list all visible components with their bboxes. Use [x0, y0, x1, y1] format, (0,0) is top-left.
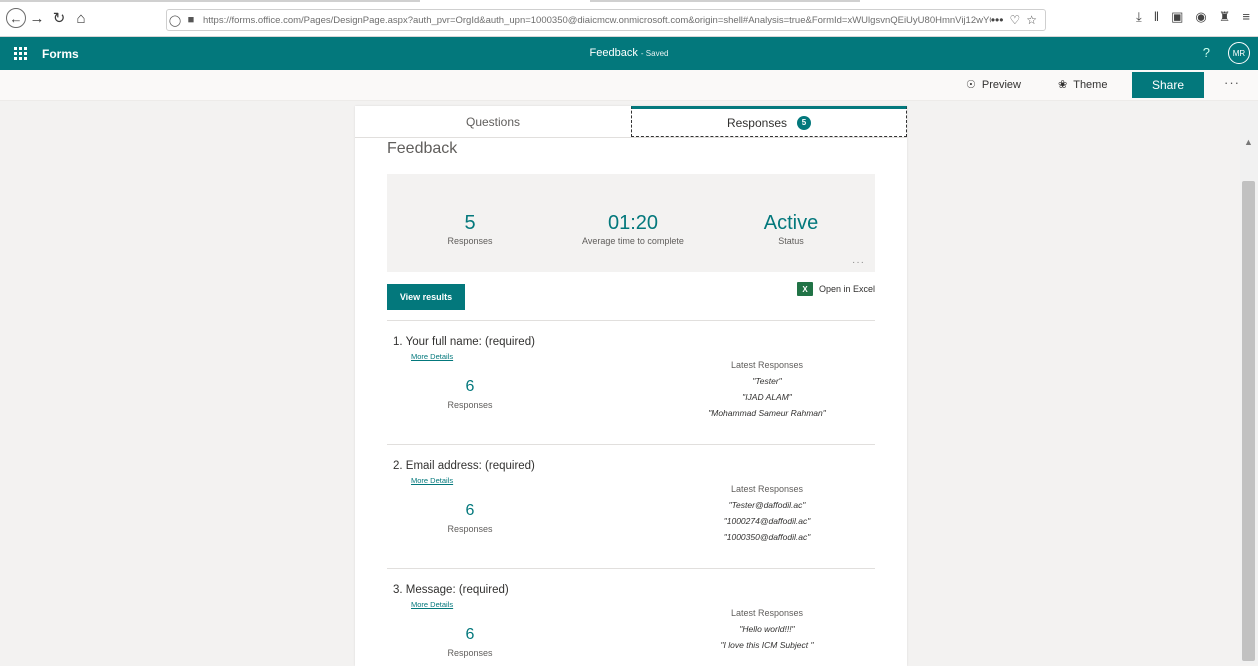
scroll-up-icon[interactable]: ▲: [1244, 137, 1253, 147]
app-name[interactable]: Forms: [42, 47, 79, 61]
lock-icon[interactable]: ■: [183, 14, 199, 26]
eye-icon: ☉: [966, 79, 976, 91]
save-status: - Saved: [640, 49, 669, 58]
divider: [387, 320, 875, 321]
downloads-icon[interactable]: ⤓: [1136, 9, 1142, 25]
more-options-icon[interactable]: ···: [1224, 75, 1240, 90]
latest-response-item: "Tester": [752, 376, 782, 386]
reader-view-icon[interactable]: ▣: [1171, 9, 1183, 25]
extension-icon[interactable]: ♜: [1219, 9, 1231, 25]
tab-responses[interactable]: Responses 5: [631, 106, 907, 137]
stat-label: Responses: [447, 236, 493, 246]
url-text[interactable]: https://forms.office.com/Pages/DesignPag…: [203, 15, 991, 26]
latest-responses: Latest Responses "Tester" "IJAD ALAM" "M…: [667, 360, 867, 418]
tab-indicator: [0, 0, 420, 2]
latest-response-item: "Hello world!!!": [739, 624, 795, 634]
back-icon[interactable]: ←: [6, 8, 26, 28]
responses-count-badge: 5: [797, 115, 812, 130]
shield-icon[interactable]: ◯: [167, 14, 183, 27]
reload-icon[interactable]: ↻: [48, 7, 70, 29]
response-count-label: Responses: [447, 524, 493, 534]
latest-responses: Latest Responses "Hello world!!!" "I lov…: [667, 608, 867, 650]
form-tabs: Questions Responses 5: [355, 106, 907, 138]
open-in-excel-label: Open in Excel: [819, 284, 876, 294]
stat-value: 5: [464, 212, 476, 234]
tab-questions[interactable]: Questions: [355, 106, 631, 137]
menu-icon[interactable]: ≡: [1242, 9, 1250, 25]
app-launcher-icon[interactable]: [14, 47, 28, 60]
tab-indicator: [590, 0, 860, 2]
response-count-label: Responses: [447, 648, 493, 658]
question-response-count: 6 Responses: [445, 626, 495, 658]
question-summary: 3. Message: (required) More Details 6 Re…: [387, 584, 875, 666]
theme-label: Theme: [1073, 78, 1108, 91]
view-results-button[interactable]: View results: [387, 284, 465, 310]
latest-response-item: "1000274@daffodil.ac": [723, 516, 811, 526]
share-button[interactable]: Share: [1132, 72, 1204, 98]
account-icon[interactable]: ◉: [1195, 9, 1206, 25]
page-scrollbar[interactable]: ▲: [1240, 101, 1258, 664]
question-summary: 1. Your full name: (required) More Detai…: [387, 336, 875, 442]
stat-label: Status: [778, 236, 804, 246]
latest-response-item: "Mohammad Sameur Rahman": [708, 408, 826, 418]
form-header-title: Feedback - Saved: [0, 47, 1258, 59]
question-response-count: 6 Responses: [445, 502, 495, 534]
library-icon[interactable]: ‖: [1154, 9, 1159, 25]
stat-value: 01:20: [607, 212, 659, 234]
stat-status: Active Status: [761, 212, 821, 246]
divider: [387, 444, 875, 445]
help-icon[interactable]: ?: [1203, 45, 1210, 60]
question-summary: 2. Email address: (required) More Detail…: [387, 460, 875, 566]
responses-card: Questions Responses 5 Feedback 5 Respons…: [355, 106, 907, 666]
latest-responses-title: Latest Responses: [730, 484, 804, 494]
palette-icon: ❀: [1058, 79, 1068, 91]
response-count-value: 6: [465, 626, 475, 643]
latest-response-item: "I love this ICM Subject ": [720, 640, 814, 650]
latest-responses-title: Latest Responses: [730, 360, 804, 370]
latest-response-item: "IJAD ALAM": [742, 392, 792, 402]
summary-panel: 5 Responses 01:20 Average time to comple…: [387, 174, 875, 272]
browser-toolbar: ← → ↻ ⌂ ◯ ■ https://forms.office.com/Pag…: [0, 0, 1258, 37]
theme-button[interactable]: ❀ Theme: [1058, 78, 1108, 92]
open-in-excel-button[interactable]: X Open in Excel: [797, 282, 875, 296]
bookmark-star-icon[interactable]: ☆: [1026, 13, 1037, 27]
stat-average-time: 01:20 Average time to complete: [573, 212, 693, 246]
page-actions-icon[interactable]: •••: [991, 13, 1004, 27]
question-title: 2. Email address: (required): [393, 460, 535, 472]
response-count-value: 6: [465, 502, 475, 519]
question-response-count: 6 Responses: [445, 378, 495, 410]
stat-responses: 5 Responses: [445, 212, 495, 246]
summary-more-icon[interactable]: ···: [852, 257, 865, 268]
pocket-icon[interactable]: ♡: [1009, 13, 1020, 27]
response-count-label: Responses: [447, 400, 493, 410]
latest-responses: Latest Responses "Tester@daffodil.ac" "1…: [667, 484, 867, 542]
question-title: 1. Your full name: (required): [393, 336, 535, 348]
excel-icon: X: [797, 282, 813, 296]
form-name: Feedback: [589, 47, 638, 59]
response-count-value: 6: [465, 378, 475, 395]
latest-response-item: "Tester@daffodil.ac": [728, 500, 806, 510]
preview-button[interactable]: ☉ Preview: [966, 78, 1021, 92]
preview-label: Preview: [981, 78, 1021, 91]
page-title: Feedback: [387, 140, 458, 157]
command-bar: ☉ Preview ❀ Theme Share ···: [0, 70, 1258, 101]
latest-response-item: "1000350@daffodil.ac": [723, 532, 811, 542]
stat-label: Average time to complete: [582, 236, 684, 246]
question-title: 3. Message: (required): [393, 584, 509, 596]
stat-value: Active: [763, 212, 819, 234]
tab-responses-label: Responses: [726, 115, 788, 130]
forward-icon[interactable]: →: [26, 7, 48, 29]
address-bar[interactable]: ◯ ■ https://forms.office.com/Pages/Desig…: [166, 9, 1046, 31]
avatar[interactable]: MR: [1228, 42, 1250, 64]
app-header: Forms Feedback - Saved ? MR: [0, 37, 1258, 70]
latest-responses-title: Latest Responses: [730, 608, 804, 618]
scroll-thumb[interactable]: [1242, 181, 1255, 661]
divider: [387, 568, 875, 569]
home-icon[interactable]: ⌂: [70, 7, 92, 29]
